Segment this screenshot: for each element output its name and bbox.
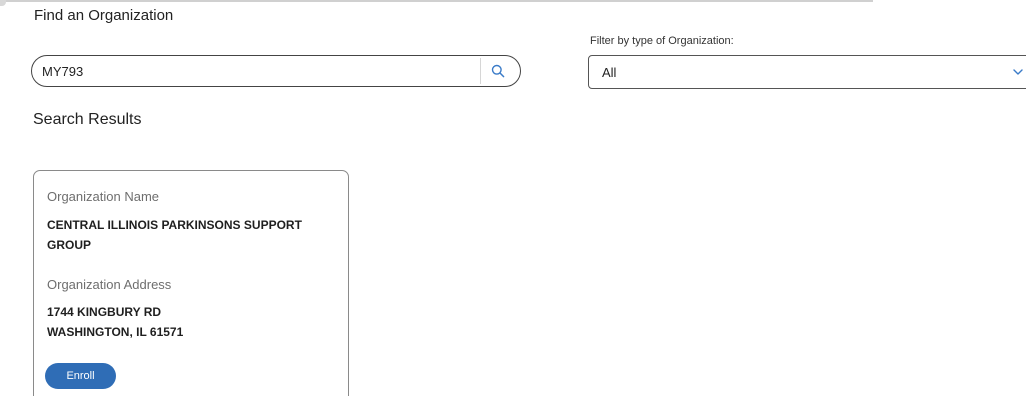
filter-selected-value: All (602, 65, 617, 80)
search-icon (491, 64, 505, 78)
search-divider (480, 58, 481, 84)
organization-card: Organization Name CENTRAL ILLINOIS PARKI… (33, 170, 349, 396)
search-button[interactable] (484, 57, 512, 85)
filter-label: Filter by type of Organization: (590, 35, 734, 47)
search-input[interactable] (42, 56, 472, 86)
enroll-button[interactable]: Enroll (45, 363, 116, 389)
page-title: Find an Organization (34, 7, 174, 24)
organization-address-label: Organization Address (47, 277, 172, 292)
chevron-down-icon (1013, 69, 1023, 75)
search-box (31, 55, 521, 87)
organization-name-label: Organization Name (47, 189, 159, 204)
organization-type-select[interactable]: All (588, 55, 1026, 89)
top-divider-cap (0, 0, 6, 6)
organization-address-line2: WASHINGTON, IL 61571 (47, 325, 184, 339)
organization-name-line2: GROUP (47, 238, 92, 252)
search-results-title: Search Results (33, 111, 142, 128)
organization-name-line1: CENTRAL ILLINOIS PARKINSONS SUPPORT (47, 218, 302, 232)
top-divider (0, 0, 873, 2)
page: Find an Organization Filter by type of O… (0, 0, 1026, 396)
organization-address-line1: 1744 KINGBURY RD (47, 305, 162, 319)
